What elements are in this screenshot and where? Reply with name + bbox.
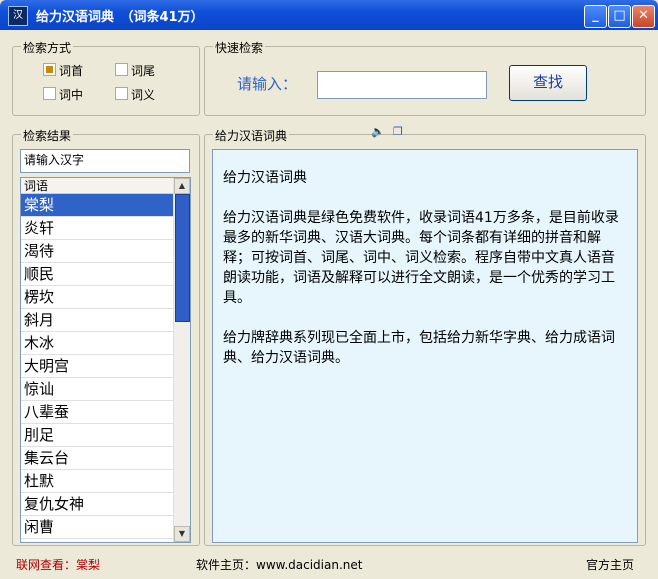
list-item[interactable]: 杜默 xyxy=(21,470,173,493)
results-label: 检索结果 xyxy=(21,127,74,144)
search-prompt: 请输入： xyxy=(237,75,298,93)
checkbox-checked-icon xyxy=(43,63,56,76)
speaker-icon[interactable]: 🔈 xyxy=(371,125,385,138)
definition-paragraph-2: 给力牌辞典系列现已全面上市，包括给力新华字典、给力成语词典、给力汉语词典。 xyxy=(223,330,615,366)
scroll-down-icon[interactable]: ▼ xyxy=(174,526,190,542)
checkbox-icon xyxy=(43,87,56,100)
list-item[interactable]: 渴待 xyxy=(21,240,173,263)
list-item[interactable]: 八辈蚕 xyxy=(21,401,173,424)
maximize-button[interactable]: □ xyxy=(608,5,631,28)
minimize-button[interactable]: _ xyxy=(584,5,607,28)
word-input[interactable]: 请输入汉字 xyxy=(20,149,190,173)
list-item[interactable]: 斜月 xyxy=(21,309,173,332)
list-item[interactable]: 棠梨 xyxy=(21,194,173,217)
word-list[interactable]: 词语 棠梨 炎轩 渴待 顺民 楞坎 斜月 木冰 大明宫 惊讪 八辈蚕 刖足 集云台 杜默 复仇女神 闲曹 ▲… xyxy=(20,177,191,543)
dictionary-label: 给力汉语词典 xyxy=(213,127,290,144)
list-item[interactable]: 刖足 xyxy=(21,424,173,447)
definition-paragraph-1: 给力汉语词典是绿色免费软件，收录词语41万多条，是目前收录最多的新华词典、汉语大… xyxy=(223,210,619,306)
scroll-up-icon[interactable]: ▲ xyxy=(174,178,190,194)
list-scrollbar[interactable]: ▲ ▼ xyxy=(173,178,190,542)
list-item[interactable]: 闲曹 xyxy=(21,516,173,539)
quick-search-label: 快速检索 xyxy=(213,39,266,56)
search-mode-label: 检索方式 xyxy=(21,39,74,56)
results-group: 检索结果 请输入汉字 词语 棠梨 炎轩 渴待 顺民 楞坎 斜月 木冰 大明宫 惊讪 八辈蚕 刖足 集云… xyxy=(12,127,200,546)
option-word-start[interactable]: 词首 xyxy=(43,62,83,79)
option-word-end[interactable]: 词尾 xyxy=(115,62,155,79)
list-item[interactable]: 复仇女神 xyxy=(21,493,173,516)
list-item[interactable]: 集云台 xyxy=(21,447,173,470)
list-item[interactable]: 惊讪 xyxy=(21,378,173,401)
main-window: 检索方式 词首 词尾 词中 词义 快速检索 请输入： 查找 检索结果 请输入汉字… xyxy=(4,30,654,575)
list-item[interactable]: 炎轩 xyxy=(21,217,173,240)
quick-search-group: 快速检索 请输入： 查找 xyxy=(204,39,646,116)
list-item[interactable]: 大明宫 xyxy=(21,355,173,378)
copy-icon[interactable]: ❐ xyxy=(393,125,403,138)
list-item[interactable]: 楞坎 xyxy=(21,286,173,309)
search-mode-group: 检索方式 词首 词尾 词中 词义 xyxy=(12,39,200,116)
definition-heading: 给力汉语词典 xyxy=(223,170,307,186)
close-button[interactable]: ✕ xyxy=(632,5,655,28)
dictionary-group: 给力汉语词典 🔈 ❐ 给力汉语词典 给力汉语词典是绿色免费软件，收录词语41万多… xyxy=(204,125,646,546)
definition-panel: 给力汉语词典 给力汉语词典是绿色免费软件，收录词语41万多条，是目前收录最多的新… xyxy=(212,149,638,543)
scroll-thumb[interactable] xyxy=(175,194,190,322)
find-button[interactable]: 查找 xyxy=(509,65,587,101)
title-bar: 汉 给力汉语词典 （词条41万） _ □ ✕ xyxy=(0,0,658,30)
list-item[interactable]: 顺民 xyxy=(21,263,173,286)
window-title: 给力汉语词典 （词条41万） xyxy=(36,10,204,25)
option-word-middle[interactable]: 词中 xyxy=(43,86,83,103)
column-header[interactable]: 词语 xyxy=(21,178,173,194)
checkbox-icon xyxy=(115,87,128,100)
list-item[interactable]: 木冰 xyxy=(21,332,173,355)
quick-search-input[interactable] xyxy=(317,71,487,99)
app-icon: 汉 xyxy=(8,6,28,26)
checkbox-icon xyxy=(115,63,128,76)
lookup-link[interactable]: 联网查看：棠梨 xyxy=(16,556,100,573)
homepage-link[interactable]: 软件主页：www.dacidian.net xyxy=(196,556,362,573)
option-word-meaning[interactable]: 词义 xyxy=(115,86,155,103)
official-site-link[interactable]: 官方主页 xyxy=(586,556,634,573)
